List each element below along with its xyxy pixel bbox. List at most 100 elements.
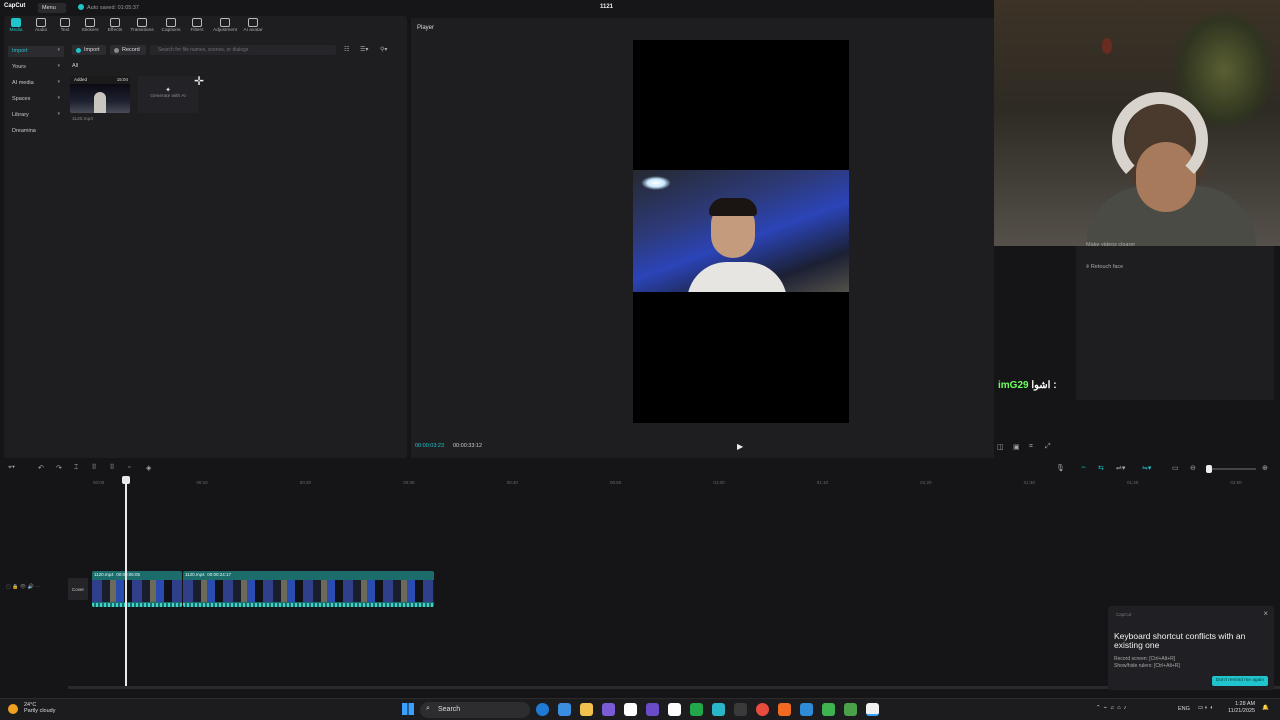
minecraft-icon[interactable] [822,703,835,716]
chrome-icon[interactable] [756,703,769,716]
time-ruler[interactable]: 00:00 00:10 00:20 00:30 00:40 00:50 01:00 01:10… [68,478,1280,488]
quality-icon[interactable]: ▣ [1013,443,1020,451]
tab-captions[interactable]: Captions [158,18,184,33]
autosave-status: Auto saved: 01:05:37 [78,4,139,11]
chevron-down-icon: ▾ [57,95,60,101]
media-search-input[interactable]: Search for file names, scenes, or dialog… [150,45,336,55]
dont-remind-button[interactable]: Don't remind me again [1211,676,1268,686]
close-icon[interactable]: × [1263,609,1268,618]
app-icon[interactable] [646,703,659,716]
app-icon[interactable] [712,703,725,716]
network-volume-icons[interactable]: ▭ ◐ ◖ [1198,705,1213,711]
import-button[interactable]: Import [72,45,106,55]
view-list-icon[interactable]: ☰▾ [360,46,368,53]
tab-ai-avatar[interactable]: AI avatar [240,18,266,33]
play-icon[interactable]: ▶ [737,442,743,451]
record-button[interactable]: Record [110,45,146,55]
ratio-icon[interactable]: ◫ [997,443,1004,451]
tab-text[interactable]: Text [52,18,78,33]
sort-icon[interactable]: ☷ [344,46,349,53]
notepad-icon[interactable] [624,703,637,716]
tab-effects[interactable]: Effects [102,18,128,33]
filter-icon[interactable]: ⚲▾ [380,46,387,53]
magnet-icon[interactable]: ⇆ [1098,464,1104,472]
weather-icon[interactable] [8,704,18,714]
fullscreen-icon[interactable]: ⤢ [1045,443,1051,451]
sidebar-item-yours[interactable]: Yours ▾ [8,62,64,73]
prop-retouch-face[interactable]: ⌾ Retouch face [1086,264,1123,271]
link-icon[interactable]: ⇔ [1080,464,1087,471]
tray-icons[interactable]: ⌃ ⌁ ♫ ⌂ ♪ [1096,705,1126,711]
capcut-taskbar-icon[interactable] [668,703,681,716]
track-controls[interactable]: ▢ 🔒 👁 🔊 ⋯ [6,584,40,590]
timeline-clip[interactable]: 1120.mp4 00:00:06:05 [92,571,182,607]
caption-icon[interactable]: ▭ [1172,464,1179,472]
tab-filters[interactable]: Filters [184,18,210,33]
capcut-active-icon[interactable] [866,703,879,716]
video-frame [633,170,849,292]
playhead-handle[interactable] [122,476,130,484]
brave-icon[interactable] [778,703,791,716]
tab-audio[interactable]: Audio [28,18,54,33]
microphone-icon[interactable]: 🎙 [1056,464,1065,472]
audio-link-icon[interactable]: ⇋▾ [1142,464,1151,472]
edge-icon[interactable] [536,703,549,716]
preview-axis-icon[interactable]: ⇌▾ [1116,464,1125,472]
file-explorer-icon[interactable] [580,703,593,716]
stage-light [641,176,671,190]
lamp [1102,38,1112,54]
split-right-icon[interactable]: ⌷ [110,464,114,472]
split-left-icon[interactable]: ⌷ [92,464,96,472]
app-icon[interactable] [734,703,747,716]
notification-toast: CapCut × Keyboard shortcut conflicts wit… [1108,606,1274,690]
tab-stickers[interactable]: Stickers [77,18,103,33]
store-icon[interactable] [558,703,571,716]
tab-media[interactable]: Media [3,18,29,33]
zoom-slider[interactable] [1206,465,1256,473]
xbox-icon[interactable] [690,703,703,716]
sidebar-item-library[interactable]: Library ▾ [8,110,64,121]
clip-filename: 1120.mp4 [72,117,93,122]
record-icon [114,48,119,53]
tab-adjustment[interactable]: Adjustment [210,18,240,33]
project-title: 1121 [600,4,614,10]
redo-icon[interactable]: ↷ [56,464,62,472]
filter-all[interactable]: All [72,63,78,69]
snapshot-icon[interactable]: ⌗ [1029,443,1033,451]
timeline-clip[interactable]: 1120.mp4 00:00:24:17 [183,571,434,607]
player-title: Player [417,25,435,31]
generate-with-ai-card[interactable]: ✦ Generate with AI [138,76,198,113]
tab-label: Stickers [81,28,99,33]
sidebar-item-spaces[interactable]: Spaces ▾ [8,94,64,105]
app-icon[interactable] [844,703,857,716]
clock-date: 11/21/2025 [1228,708,1256,714]
tab-transitions[interactable]: Transitions [129,18,155,33]
windows-start-icon[interactable] [402,703,414,715]
cover-button[interactable]: Cover [68,578,88,600]
video-preview[interactable] [633,40,849,423]
zoom-in-icon[interactable]: ⊕ [1262,464,1268,472]
prop-clearer[interactable]: Make videos clearer [1086,242,1135,248]
shield-icon[interactable]: ◈ [146,464,151,472]
sidebar-item-dreamina[interactable]: Dreamina [8,126,64,137]
notification-bell-icon[interactable]: 🔔 [1262,705,1269,711]
language-indicator[interactable]: ENG [1178,706,1190,712]
zoom-out-icon[interactable]: ⊖ [1190,464,1196,472]
menu-button[interactable]: Menu [38,3,66,13]
playhead[interactable] [125,478,127,686]
select-tool-icon[interactable]: ⌖▾ [8,464,15,472]
media-clip-thumbnail[interactable]: Added 15:04 [70,76,130,113]
clip-duration: 00:00:24:17 [207,572,231,577]
clock[interactable]: 1:28 AM 11/21/2025 [1228,701,1255,715]
sidebar-item-ai-media[interactable]: AI media ▾ [8,78,64,89]
undo-icon[interactable]: ↶ [38,464,44,472]
teams-icon[interactable] [602,703,615,716]
steam-icon[interactable] [800,703,813,716]
sidebar-item-import[interactable]: Import ▾ [8,46,64,57]
horizontal-scrollbar[interactable] [68,686,1280,689]
weather-widget[interactable]: 24°C Partly cloudy [24,702,56,714]
taskbar-search[interactable]: ⌕ Search [420,702,530,718]
split-icon[interactable]: ⌶ [74,464,78,472]
delete-icon[interactable]: ▫ [128,464,130,471]
zoom-slider-handle[interactable] [1206,465,1212,473]
